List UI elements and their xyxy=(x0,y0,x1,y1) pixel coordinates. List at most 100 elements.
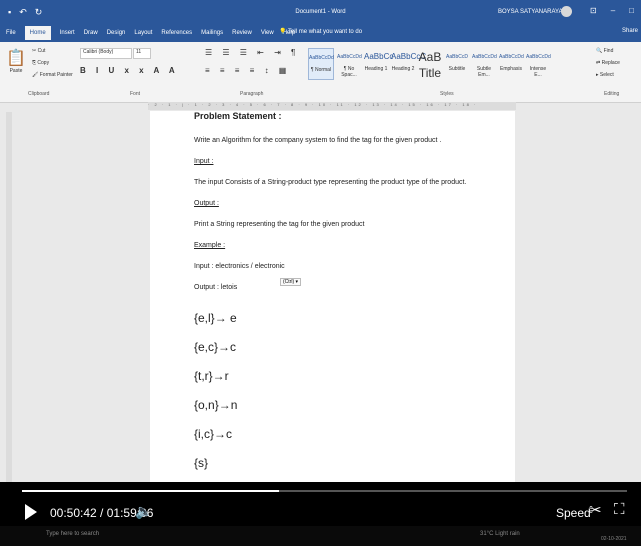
style-sample: AaBbCcDd xyxy=(337,54,362,60)
select-button[interactable]: ▸ Select xyxy=(596,72,614,78)
mapping-line: {o,n}→n xyxy=(194,398,238,412)
style-name: ¶ No Spac... xyxy=(341,66,357,78)
avatar[interactable] xyxy=(561,6,572,17)
style-name: Title xyxy=(418,66,442,80)
font-format-buttons[interactable]: B I U x x A A xyxy=(80,66,179,75)
find-button[interactable]: 🔍 Find xyxy=(596,48,613,54)
style-0[interactable]: AaBbCcDd ¶ Normal xyxy=(308,48,334,80)
title-bar: ▪ ↶ ↻ Document1 - Word BOYSA SATYANARAYA… xyxy=(0,0,641,24)
style-sample: AaBbCcD xyxy=(446,54,468,60)
style-sample: AaBbCc xyxy=(364,52,394,61)
paste-options-tag[interactable]: (Ctrl) ▾ xyxy=(280,278,302,286)
taskbar-search[interactable]: Type here to search xyxy=(46,531,99,537)
style-name: Heading 1 xyxy=(364,66,388,72)
style-name: Heading 2 xyxy=(391,66,415,72)
font-size-select[interactable]: 11 xyxy=(133,48,151,59)
fullscreen-icon[interactable]: ⛶ xyxy=(614,501,625,518)
doc-line: Write an Algorithm for the company syste… xyxy=(194,137,442,144)
style-6[interactable]: AaBbCcDd Subtle Em... xyxy=(472,48,497,78)
style-name: Subtle Em... xyxy=(476,66,492,78)
tab-draw[interactable]: Draw xyxy=(84,28,98,40)
style-sample: AaBbCcDd xyxy=(526,54,551,60)
tell-me-search[interactable]: 💡 Tell me what you want to do xyxy=(279,28,362,35)
video-progress-bar[interactable] xyxy=(22,490,627,492)
tab-references[interactable]: References xyxy=(161,28,192,40)
problem-heading: Problem Statement : xyxy=(194,111,282,121)
tab-layout[interactable]: Layout xyxy=(134,28,152,40)
tab-mailings[interactable]: Mailings xyxy=(201,28,223,40)
copy-button[interactable]: ⎘ Copy xyxy=(32,60,49,66)
ribbon: 📋 Paste ✂ Cut ⎘ Copy 🖌 Format Painter Cl… xyxy=(0,42,641,103)
cut-button[interactable]: ✂ Cut xyxy=(32,48,45,54)
play-icon[interactable] xyxy=(25,504,37,520)
tab-design[interactable]: Design xyxy=(107,28,126,40)
current-time: 00:50:42 xyxy=(50,506,97,520)
doc-line: The input Consists of a String-product t… xyxy=(194,179,467,186)
editing-group-label: Editing xyxy=(604,91,620,97)
share-button[interactable]: Share xyxy=(622,28,638,34)
mapping-line: {s} xyxy=(194,456,209,470)
menu-bar: File Home Insert Draw Design Layout References… xyxy=(0,24,641,42)
clip-scissors-icon[interactable]: ✂ xyxy=(589,501,602,519)
font-name-select[interactable]: Calibri (Body) xyxy=(80,48,132,59)
doc-line: Output : xyxy=(194,200,219,207)
font-group-label: Font xyxy=(130,91,141,97)
taskbar-date: 02-10-2021 xyxy=(601,536,627,542)
tab-file[interactable]: File xyxy=(6,28,16,40)
tab-view[interactable]: View xyxy=(261,28,274,40)
document-page[interactable]: Problem Statement : Write an Algorithm f… xyxy=(150,111,515,483)
tab-home[interactable]: Home xyxy=(24,26,51,40)
vertical-ruler[interactable] xyxy=(6,112,12,482)
format-painter-button[interactable]: 🖌 Format Painter xyxy=(32,72,73,78)
volume-icon[interactable]: 🔈 xyxy=(135,503,152,520)
style-3[interactable]: AaBbCcC Heading 2 xyxy=(391,48,426,78)
style-4[interactable]: AaB Title xyxy=(418,48,442,80)
styles-group-label: Styles xyxy=(440,91,454,97)
minimize-icon[interactable]: – xyxy=(611,6,615,15)
ribbon-display-icon[interactable]: ⊡ xyxy=(590,6,597,15)
style-8[interactable]: AaBbCcDd Intense E... xyxy=(526,48,551,78)
mapping-line: {e,c}→c xyxy=(194,340,237,354)
copy-label: Copy xyxy=(37,60,50,66)
paragraph-group-label: Paragraph xyxy=(240,91,264,97)
align-buttons[interactable]: ≡ ≡ ≡ ≡ ↕ ▦ xyxy=(205,66,290,75)
style-name: Intense E... xyxy=(529,66,547,78)
style-sample: AaB xyxy=(418,50,442,64)
replace-label: Replace xyxy=(601,60,620,66)
cut-label: Cut xyxy=(37,48,46,54)
paste-label: Paste xyxy=(9,68,23,74)
mapping-line: {t,r}→r xyxy=(194,369,229,383)
tab-review[interactable]: Review xyxy=(232,28,252,40)
replace-button[interactable]: ⇄ Replace xyxy=(596,60,620,66)
style-sample: AaBbCcDd xyxy=(472,54,497,60)
tell-me-label: Tell me what you want to do xyxy=(288,29,363,35)
style-1[interactable]: AaBbCcDd ¶ No Spac... xyxy=(337,48,362,78)
doc-line: Example : xyxy=(194,242,226,249)
style-7[interactable]: AaBbCcDd Emphasis xyxy=(499,48,524,78)
find-label: Find xyxy=(603,48,614,54)
taskbar-weather[interactable]: 31°C Light rain xyxy=(480,531,520,537)
style-name: Subtitle xyxy=(448,66,466,72)
user-name[interactable]: BOYSA SATYANARAYANA xyxy=(498,9,571,15)
doc-line: Input : electronics / electronic xyxy=(194,263,285,270)
style-2[interactable]: AaBbCc Heading 1 xyxy=(364,48,394,78)
style-sample: AaBbCcDd xyxy=(309,55,334,61)
paste-button[interactable]: 📋 Paste xyxy=(4,48,28,74)
video-progress-fill xyxy=(22,490,280,492)
maximize-icon[interactable]: □ xyxy=(629,6,634,15)
style-name: Emphasis xyxy=(500,66,522,72)
doc-line: Print a String representing the tag for … xyxy=(194,221,365,228)
speed-button[interactable]: Speed xyxy=(556,506,591,520)
style-5[interactable]: AaBbCcD Subtitle xyxy=(445,48,469,78)
clipboard-group-label: Clipboard xyxy=(28,91,50,97)
horizontal-ruler[interactable]: · 2 · 1 · | · 1 · 2 · 3 · 4 · 5 · 6 · 7 … xyxy=(148,102,516,110)
styles-gallery: AaBbCcDd ¶ Normal AaBbCcDd ¶ No Spac... AaBb… xyxy=(308,48,551,80)
doc-line: Input : xyxy=(194,158,214,165)
window-controls: ⊡ – □ xyxy=(590,6,634,15)
style-name: ¶ Normal xyxy=(310,67,332,73)
windows-taskbar: Type here to search 31°C Light rain 02-1… xyxy=(0,526,641,546)
select-label: Select xyxy=(599,72,614,78)
format-painter-label: Format Painter xyxy=(39,72,73,78)
tab-insert[interactable]: Insert xyxy=(60,28,75,40)
list-buttons[interactable]: ☰ ☰ ☰ ⇤ ⇥ ¶ xyxy=(205,48,299,57)
